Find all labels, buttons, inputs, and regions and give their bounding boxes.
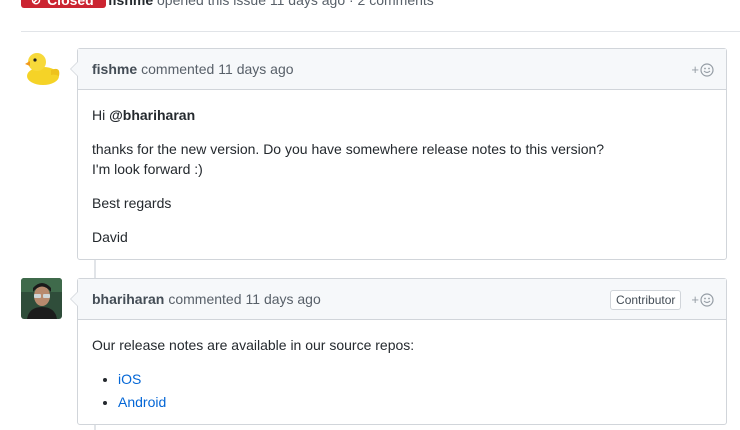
comment: fishme commented 11 days ago + Hi @bhari… xyxy=(70,48,727,260)
duck-avatar-icon xyxy=(21,48,62,89)
timeline-connector xyxy=(94,260,96,278)
user-photo-avatar xyxy=(21,278,62,319)
avatar[interactable] xyxy=(21,278,62,319)
release-notes-list: iOS Android xyxy=(118,369,712,412)
plus-icon: + xyxy=(691,62,699,77)
comment-verb: commented xyxy=(141,61,215,77)
comment-header: bhariharan commented 11 days ago Contrib… xyxy=(78,279,726,320)
greeting: Hi @bhariharan xyxy=(92,105,712,125)
comment-timestamp[interactable]: 11 days ago xyxy=(218,61,293,77)
issue-meta-text: opened this issue 11 days ago · 2 commen… xyxy=(157,0,434,8)
closing: Best regards xyxy=(92,195,172,211)
issue-closed-icon: ⊘ xyxy=(31,0,42,7)
android-link[interactable]: Android xyxy=(118,394,166,410)
user-mention[interactable]: @bhariharan xyxy=(109,107,195,123)
add-reaction-button[interactable]: + xyxy=(691,292,714,307)
message-paragraph: Our release notes are available in our s… xyxy=(92,337,415,353)
issue-header: ⊘ Closed fishme opened this issue 11 day… xyxy=(0,0,740,22)
smiley-icon xyxy=(700,292,714,307)
issue-author[interactable]: fishme xyxy=(108,0,153,8)
comment-author[interactable]: bhariharan xyxy=(92,291,164,307)
comment-body: Hi @bhariharan thanks for the new versio… xyxy=(78,90,726,259)
status-badge: ⊘ Closed xyxy=(21,0,106,8)
plus-icon: + xyxy=(691,292,699,307)
message-line: thanks for the new version. Do you have … xyxy=(92,141,605,157)
ios-link[interactable]: iOS xyxy=(118,371,141,387)
comment-body: Our release notes are available in our s… xyxy=(78,320,726,427)
list-item: iOS xyxy=(118,369,712,389)
comment-timestamp[interactable]: 11 days ago xyxy=(246,291,321,307)
comment-verb: commented xyxy=(168,291,242,307)
status-label: Closed xyxy=(47,0,94,8)
signature: David xyxy=(92,229,128,245)
avatar[interactable] xyxy=(21,48,62,89)
issue-meta: fishme opened this issue 11 days ago · 2… xyxy=(108,0,434,8)
message-line: I'm look forward :) xyxy=(92,161,203,177)
greeting-prefix: Hi xyxy=(92,107,106,123)
list-item: Android xyxy=(118,392,712,412)
comment-header: fishme commented 11 days ago + xyxy=(78,49,726,90)
smiley-icon xyxy=(700,62,714,77)
header-divider xyxy=(21,31,740,32)
contributor-badge: Contributor xyxy=(610,289,682,310)
add-reaction-button[interactable]: + xyxy=(691,62,714,77)
message-paragraph: thanks for the new version. Do you have … xyxy=(92,139,712,179)
comment: bhariharan commented 11 days ago Contrib… xyxy=(70,278,727,427)
comment-author[interactable]: fishme xyxy=(92,61,137,77)
